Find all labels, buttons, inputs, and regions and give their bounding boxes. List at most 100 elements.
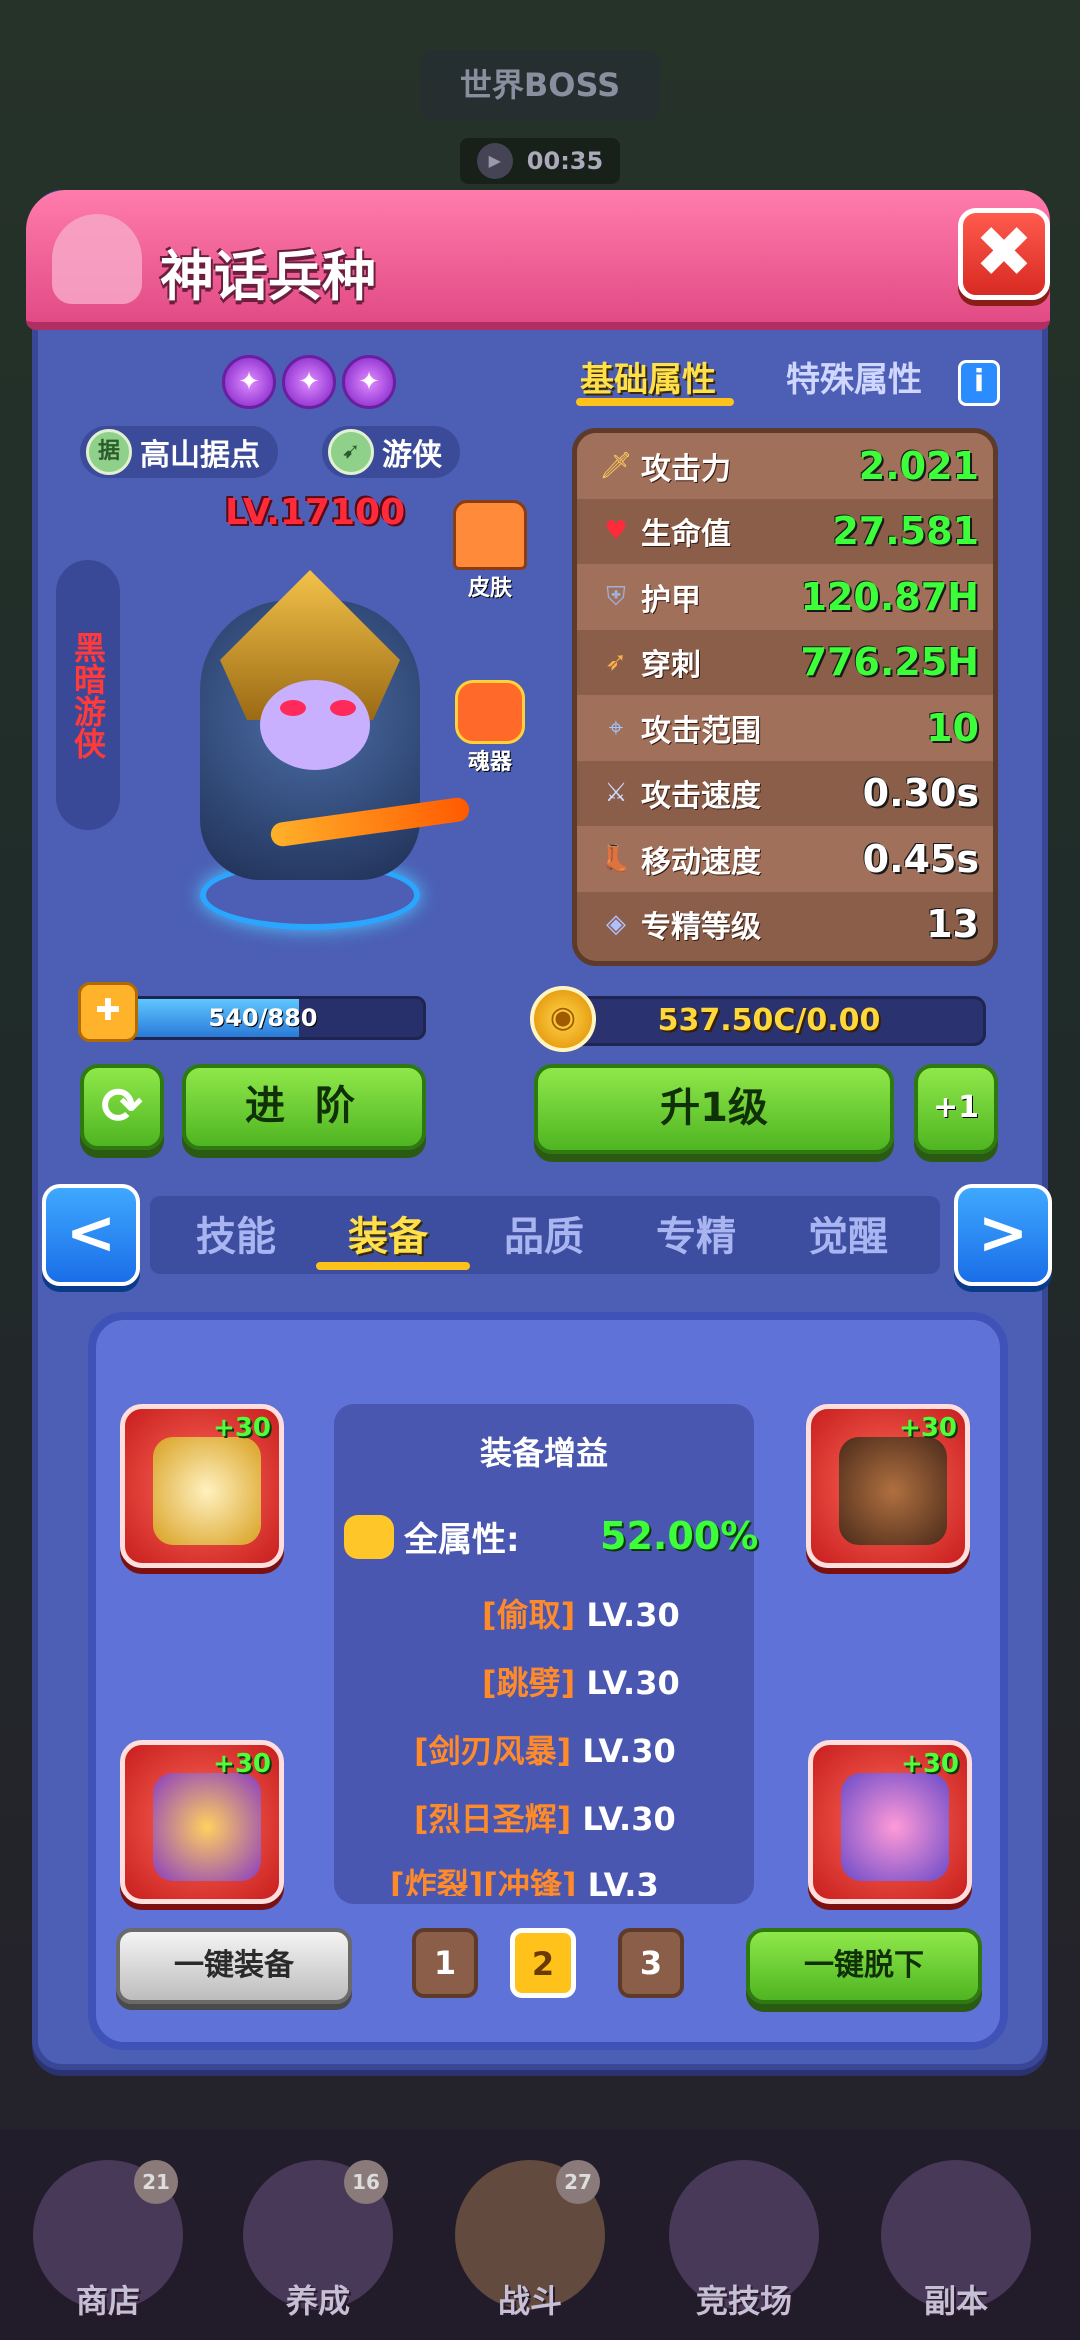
- equip-slot-helmet[interactable]: +30: [120, 1404, 284, 1568]
- skill-level: LV.3: [587, 1866, 659, 1896]
- stat-label: 护甲: [641, 582, 701, 618]
- plus-one-button[interactable]: +1: [914, 1064, 998, 1154]
- stat-row-armor: ⛨ 护甲 120.87H: [577, 564, 993, 630]
- nav-arena[interactable]: 竞技场: [664, 2160, 824, 2330]
- skill-level: LV.30: [582, 1732, 676, 1770]
- info-icon[interactable]: i: [958, 360, 1000, 406]
- play-icon: ▶: [476, 143, 513, 179]
- all-attributes-row: 全属性:: [344, 1512, 520, 1561]
- skill-line: [偷取] LV.30: [482, 1590, 680, 1636]
- stat-value: 2.021: [858, 443, 979, 488]
- nav-label: 商店: [75, 2282, 140, 2320]
- soul-button[interactable]: 魂器: [450, 680, 530, 780]
- refresh-button[interactable]: ⟳: [80, 1064, 164, 1150]
- nav-label: 战斗: [497, 2282, 562, 2320]
- skill-line: [烈日圣辉] LV.30: [414, 1794, 676, 1840]
- stat-label: 穿刺: [641, 648, 701, 684]
- tab-quality[interactable]: 品质: [504, 1204, 584, 1262]
- star-rating: ✦ ✦ ✦: [222, 355, 396, 409]
- nav-shop[interactable]: 21 商店: [28, 2160, 188, 2330]
- all-attributes-value: 52.00%: [600, 1514, 759, 1558]
- tab-active-underline: [316, 1262, 470, 1270]
- unequip-all-button[interactable]: 一键脱下: [746, 1928, 982, 2004]
- stats-table: 🗡 攻击力 2.021 ♥ 生命值 27.581 ⛨ 护甲 120.87H ➶ …: [572, 428, 998, 966]
- panel-title: 神话兵种: [160, 245, 376, 308]
- helmet-icon: [153, 1437, 261, 1545]
- skin-label: 皮肤: [467, 576, 512, 601]
- camp-icon: 据: [86, 429, 132, 475]
- tab-mastery[interactable]: 专精: [656, 1204, 736, 1262]
- nav-develop[interactable]: 16 养成: [238, 2160, 398, 2330]
- stat-row-attack: 🗡 攻击力 2.021: [577, 433, 993, 499]
- prev-arrow-button[interactable]: <: [42, 1184, 140, 1286]
- stat-value: 13: [926, 902, 979, 947]
- tab-special-attributes[interactable]: 特殊属性: [786, 352, 922, 401]
- badge-count: 21: [134, 2160, 178, 2204]
- skill-line: [剑刃风暴] LV.30: [414, 1726, 676, 1772]
- tab-equipment[interactable]: 装备: [348, 1204, 428, 1262]
- sword-icon: 🗡: [599, 450, 633, 481]
- chest-armor-icon: [839, 1437, 947, 1545]
- hero-name-text: 黑暗游侠: [69, 631, 107, 759]
- page-button-2[interactable]: 2: [510, 1928, 576, 1998]
- skill-level: LV.30: [586, 1664, 680, 1702]
- tab-awaken[interactable]: 觉醒: [808, 1204, 888, 1262]
- stat-value: 27.581: [832, 509, 979, 554]
- star-icon: ✦: [222, 355, 276, 409]
- pierce-icon: ➶: [605, 647, 627, 678]
- level-up-button[interactable]: 升1级: [534, 1064, 894, 1154]
- stat-row-attack-speed: ⚔ 攻击速度 0.30s: [577, 760, 993, 826]
- tab-active-underline: [576, 398, 734, 406]
- stat-value: 120.87H: [800, 574, 979, 619]
- camp-tag[interactable]: 据 高山据点: [80, 426, 278, 478]
- boost-title: 装备增益: [479, 1434, 608, 1472]
- hero-level: LV.17100: [225, 492, 406, 533]
- class-tag[interactable]: ➹ 游侠: [322, 426, 460, 478]
- crossbow-icon: [153, 1773, 261, 1881]
- hero-eye: [330, 700, 356, 716]
- page-button-3[interactable]: 3: [618, 1928, 684, 1998]
- stat-label: 生命值: [641, 517, 731, 553]
- shirt-icon: [453, 500, 527, 570]
- stat-value: 776.25H: [800, 640, 979, 685]
- nav-label: 竞技场: [695, 2282, 792, 2320]
- skill-name: [跳劈]: [482, 1664, 576, 1702]
- nav-label: 养成: [285, 2282, 350, 2320]
- skill-level: LV.30: [582, 1800, 676, 1838]
- skill-name: [炸裂][冲锋]: [390, 1866, 577, 1896]
- crosshair-icon: ⌖: [608, 712, 624, 743]
- hero-face: [260, 680, 370, 770]
- hero-name: 黑暗游侠: [56, 560, 120, 830]
- puzzle-piece-icon: ✚: [78, 982, 138, 1042]
- tab-basic-attributes[interactable]: 基础属性: [580, 352, 716, 401]
- coin-icon: ◉: [530, 986, 596, 1052]
- equip-slot-crossbow[interactable]: +30: [120, 1740, 284, 1904]
- stat-row-health: ♥ 生命值 27.581: [577, 498, 993, 564]
- skill-name: [偷取]: [482, 1596, 576, 1634]
- stat-row-range: ⌖ 攻击范围 10: [577, 695, 993, 761]
- boss-timer: ▶ 00:35: [460, 138, 620, 184]
- next-arrow-button[interactable]: >: [954, 1184, 1052, 1286]
- badge-count: 16: [344, 2160, 388, 2204]
- close-button[interactable]: ✖: [958, 208, 1050, 300]
- nav-dungeon[interactable]: 副本: [876, 2160, 1036, 2330]
- attack-speed-icon: ⚔: [604, 778, 628, 809]
- stat-label: 专精等级: [641, 910, 761, 946]
- stat-row-move-speed: 👢 移动速度 0.45s: [577, 826, 993, 892]
- enhance-level: +30: [213, 1413, 271, 1443]
- nav-battle[interactable]: 27 战斗: [450, 2160, 610, 2330]
- page-button-1[interactable]: 1: [412, 1928, 478, 1998]
- enhance-level: +30: [901, 1749, 959, 1779]
- heart-icon: ♥: [604, 516, 628, 547]
- world-boss-label: 世界BOSS: [420, 50, 660, 120]
- equip-slot-emblem[interactable]: +30: [808, 1740, 972, 1904]
- tab-skills[interactable]: 技能: [196, 1204, 276, 1262]
- equip-all-button[interactable]: 一键装备: [116, 1928, 352, 2004]
- equip-slot-chest[interactable]: +30: [806, 1404, 970, 1568]
- skin-button[interactable]: 皮肤: [450, 500, 530, 610]
- enhance-level: +30: [213, 1749, 271, 1779]
- star-icon: ✦: [342, 355, 396, 409]
- advance-button[interactable]: 进 阶: [182, 1064, 426, 1150]
- skill-name: [烈日圣辉]: [414, 1800, 572, 1838]
- stat-label: 攻击范围: [641, 713, 761, 749]
